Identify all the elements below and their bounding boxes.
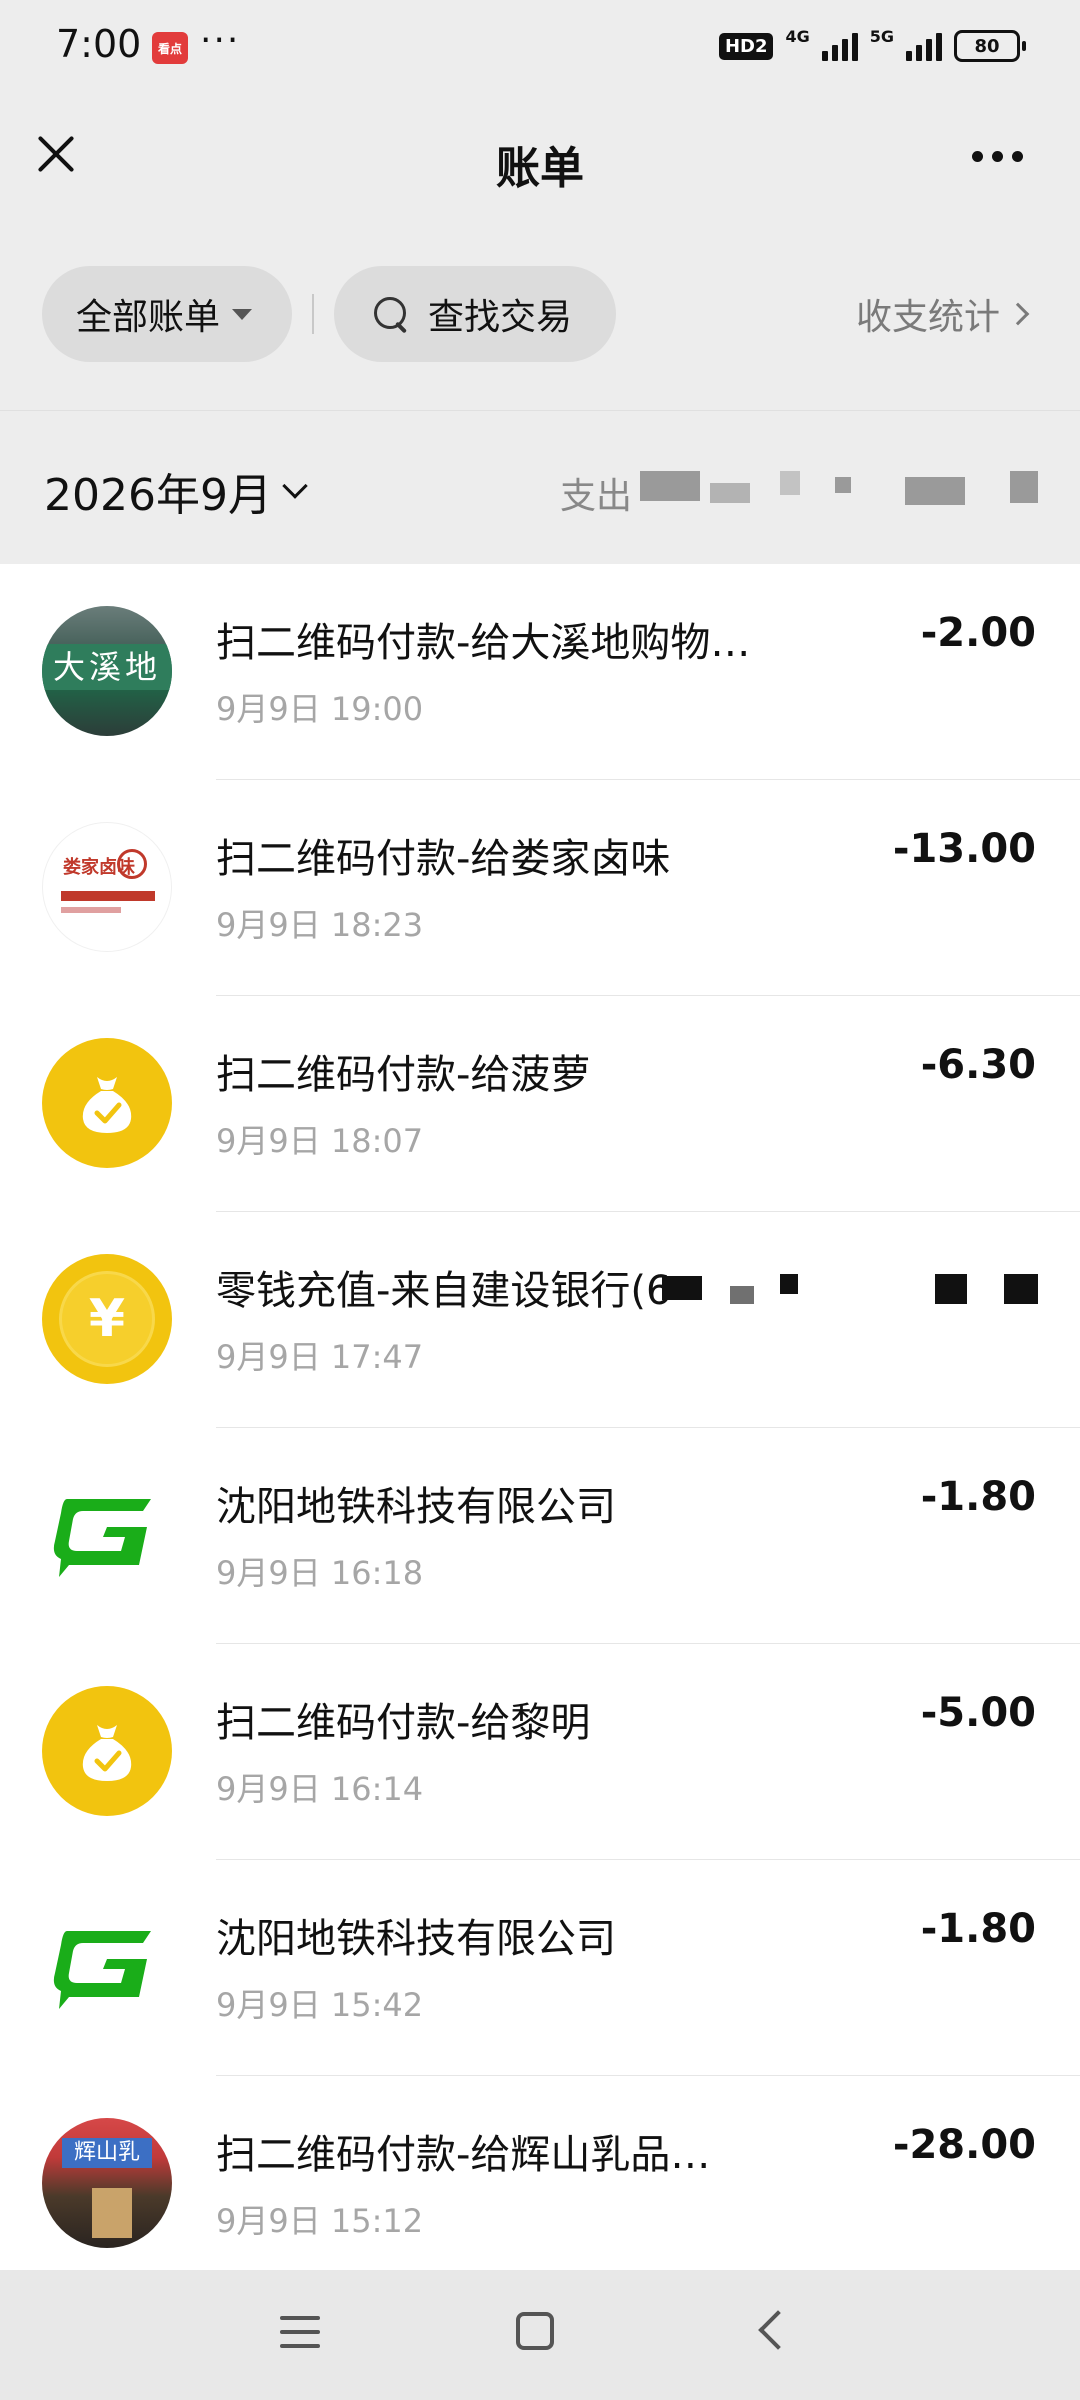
redaction-block bbox=[662, 1276, 702, 1300]
redaction-block bbox=[935, 1274, 967, 1304]
transaction-title: 扫二维码付款-给娄家卤味 bbox=[216, 836, 671, 882]
store-photo-avatar: 辉山乳 bbox=[42, 2118, 172, 2248]
search-icon bbox=[372, 295, 410, 333]
transaction-amount: -6.30 bbox=[920, 1042, 1036, 1088]
redaction-block bbox=[780, 1274, 798, 1294]
metro-logo-icon bbox=[42, 1470, 172, 1600]
transaction-title: 扫二维码付款-给大溪地购物… bbox=[216, 620, 751, 666]
store-logo-avatar: 娄家卤味 bbox=[42, 822, 172, 952]
bar2 bbox=[61, 907, 121, 913]
transaction-time: 9月9日 17:47 bbox=[216, 1338, 424, 1376]
network-5g-label: 5G bbox=[869, 26, 894, 46]
yuan-coin-icon: ¥ bbox=[42, 1254, 172, 1384]
transaction-time: 9月9日 16:14 bbox=[216, 1770, 424, 1808]
transaction-time: 9月9日 19:00 bbox=[216, 690, 424, 728]
moneybag-icon bbox=[42, 1686, 172, 1816]
transaction-amount: -1.80 bbox=[920, 1474, 1036, 1520]
transaction-time: 9月9日 15:42 bbox=[216, 1986, 424, 2024]
all-bills-label: 全部账单 bbox=[76, 297, 221, 338]
transaction-time: 9月9日 16:18 bbox=[216, 1554, 424, 1592]
status-icons: HD2 4G 5G 80 bbox=[718, 26, 1026, 62]
transaction-list: 大溪地 扫二维码付款-给大溪地购物… 9月9日 19:00 -2.00 娄家卤味… bbox=[0, 564, 1080, 2270]
metro-logo-icon bbox=[42, 1902, 172, 2032]
home-icon[interactable] bbox=[516, 2312, 554, 2350]
transaction-row[interactable]: 扫二维码付款-给菠萝 9月9日 18:07 -6.30 bbox=[0, 996, 1080, 1212]
transaction-row[interactable]: 扫二维码付款-给黎明 9月9日 16:14 -5.00 bbox=[0, 1644, 1080, 1860]
system-nav-bar bbox=[0, 2270, 1080, 2400]
all-bills-dropdown[interactable]: 全部账单 bbox=[42, 266, 292, 362]
app-notification-icon: 看点 bbox=[152, 32, 188, 64]
menu-icon[interactable] bbox=[280, 2312, 320, 2352]
summary-prefix: 支出 bbox=[560, 476, 633, 517]
network-4g-label: 4G bbox=[785, 26, 810, 46]
month-header: 2026年9月 支出 bbox=[0, 410, 1080, 564]
more-options-icon[interactable] bbox=[972, 136, 1036, 176]
page-title: 账单 bbox=[496, 143, 584, 194]
month-label: 2026年9月 bbox=[44, 470, 272, 521]
redaction-mosaic bbox=[905, 477, 965, 505]
transaction-title: 沈阳地铁科技有限公司 bbox=[216, 1916, 616, 1962]
moneybag-icon bbox=[42, 1038, 172, 1168]
status-time: 7:00 bbox=[56, 22, 142, 66]
pig-icon bbox=[117, 849, 147, 879]
redaction-mosaic bbox=[1010, 471, 1038, 503]
transaction-amount: -28.00 bbox=[892, 2122, 1036, 2168]
redaction-mosaic bbox=[640, 471, 700, 501]
redaction-block bbox=[1004, 1274, 1038, 1304]
title-bar: 账单 bbox=[0, 96, 1080, 228]
signal-icon bbox=[821, 31, 858, 61]
redaction-mosaic bbox=[710, 483, 750, 503]
transaction-title: 扫二维码付款-给辉山乳品… bbox=[216, 2132, 711, 2178]
transaction-title: 零钱充值-来自建设银行(6 bbox=[216, 1268, 672, 1314]
signal-icon bbox=[906, 31, 942, 61]
transaction-row[interactable]: 大溪地 扫二维码付款-给大溪地购物… 9月9日 19:00 -2.00 bbox=[0, 564, 1080, 780]
transaction-row[interactable]: 沈阳地铁科技有限公司 9月9日 15:42 -1.80 bbox=[0, 1860, 1080, 2076]
store-sign-text: 大溪地 bbox=[42, 644, 172, 690]
caret-down-icon bbox=[232, 308, 253, 320]
yuan-symbol: ¥ bbox=[59, 1271, 155, 1367]
chevron-right-icon bbox=[1006, 302, 1030, 326]
box bbox=[92, 2188, 132, 2238]
transaction-amount: -5.00 bbox=[920, 1690, 1036, 1736]
search-label: 查找交易 bbox=[428, 297, 573, 338]
search-transactions-button[interactable]: 查找交易 bbox=[334, 266, 616, 362]
transaction-title: 沈阳地铁科技有限公司 bbox=[216, 1484, 616, 1530]
chevron-down-icon bbox=[282, 473, 308, 499]
stats-label: 收支统计 bbox=[855, 297, 1000, 338]
store-sign-text: 辉山乳 bbox=[62, 2138, 152, 2168]
transaction-row[interactable]: 娄家卤味 扫二维码付款-给娄家卤味 9月9日 18:23 -13.00 bbox=[0, 780, 1080, 996]
transaction-time: 9月9日 18:07 bbox=[216, 1122, 424, 1160]
transaction-amount: -13.00 bbox=[892, 826, 1036, 872]
status-bar: 7:00 看点 ··· HD2 4G 5G 80 bbox=[0, 0, 1080, 96]
bar bbox=[61, 891, 155, 901]
redaction-block bbox=[730, 1286, 754, 1304]
battery-icon: 80 bbox=[954, 30, 1026, 62]
transaction-amount: -2.00 bbox=[920, 610, 1036, 656]
transaction-row[interactable]: 沈阳地铁科技有限公司 9月9日 16:18 -1.80 bbox=[0, 1428, 1080, 1644]
redaction-mosaic bbox=[835, 477, 851, 493]
redaction-mosaic bbox=[780, 471, 800, 495]
transaction-row[interactable]: ¥ 零钱充值-来自建设银行(6 9月9日 17:47 bbox=[0, 1212, 1080, 1428]
transaction-title: 扫二维码付款-给黎明 bbox=[216, 1700, 591, 1746]
more-notifications-icon: ··· bbox=[200, 20, 241, 61]
back-icon[interactable] bbox=[758, 2310, 798, 2350]
hd-icon: HD2 bbox=[718, 32, 774, 60]
store-photo-avatar: 大溪地 bbox=[42, 606, 172, 736]
filter-bar: 全部账单 查找交易 收支统计 bbox=[0, 264, 1080, 364]
transaction-title: 扫二维码付款-给菠萝 bbox=[216, 1052, 591, 1098]
transaction-time: 9月9日 18:23 bbox=[216, 906, 424, 944]
transaction-amount: -1.80 bbox=[920, 1906, 1036, 1952]
stats-link[interactable]: 收支统计 bbox=[855, 288, 1030, 340]
transaction-time: 9月9日 15:12 bbox=[216, 2202, 424, 2240]
month-summary: 支出 bbox=[560, 467, 632, 519]
month-selector[interactable]: 2026年9月 bbox=[44, 459, 308, 523]
transaction-row[interactable]: 辉山乳 扫二维码付款-给辉山乳品… 9月9日 15:12 -28.00 bbox=[0, 2076, 1080, 2270]
divider bbox=[312, 294, 314, 334]
